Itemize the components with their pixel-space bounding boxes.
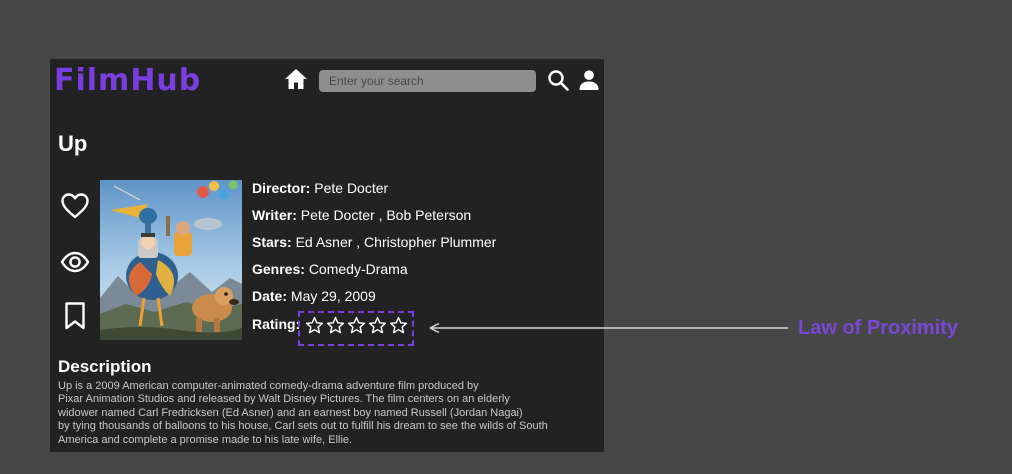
stars-row: Stars: Ed Asner , Christopher Plummer [252,233,496,251]
description-line: Up is a 2009 American computer-animated … [58,380,479,392]
description-title: Description [58,357,152,376]
genres-row: Genres: Comedy-Drama [252,260,408,278]
annotation-label: Law of Proximity [798,317,959,339]
home-icon[interactable] [284,68,308,90]
search-icon[interactable] [547,69,569,91]
date-value: May 29, 2009 [290,288,376,304]
description-text: Up is a 2009 American computer-animated … [58,380,598,447]
writer-row: Writer: Pete Docter , Bob Peterson [252,206,471,224]
description-line: widower named Carl Fredricksen (Ed Asner… [58,406,523,419]
eye-icon[interactable] [60,247,90,277]
heart-icon[interactable] [60,191,90,221]
director-value: Pete Docter [314,180,389,196]
movie-poster [100,180,242,340]
director-label: Director: [252,180,311,196]
star-icon[interactable] [305,316,324,335]
date-label: Date: [252,288,288,304]
writer-value: Pete Docter , Bob Peterson [300,207,472,223]
star-icon[interactable] [389,316,408,335]
writer-label: Writer: [252,207,297,223]
stars-label: Stars: [252,234,292,250]
star-icon[interactable] [368,316,387,335]
genres-label: Genres: [252,261,305,277]
description-line: Pixar Animation Studios and released by … [58,393,510,406]
star-icon[interactable] [326,316,345,335]
stars-value: Ed Asner , Christopher Plummer [295,234,497,250]
user-icon[interactable] [578,69,600,91]
description-line: America and complete a promise made to h… [58,433,353,446]
rating-row: Rating: [252,315,300,333]
filmhub-app: FilmHub Up [50,59,604,452]
movie-title: Up [58,131,88,156]
director-row: Director: Pete Docter [252,179,388,197]
search-input[interactable] [319,70,536,92]
description-line: by tying thousands of balloons to his ho… [58,420,548,433]
genres-value: Comedy-Drama [308,261,408,277]
star-icon[interactable] [347,316,366,335]
annotation-arrow [429,322,788,334]
filmhub-logo[interactable]: FilmHub [54,63,201,99]
rating-label: Rating: [252,316,301,332]
date-row: Date: May 29, 2009 [252,287,376,305]
bookmark-icon[interactable] [60,301,90,331]
